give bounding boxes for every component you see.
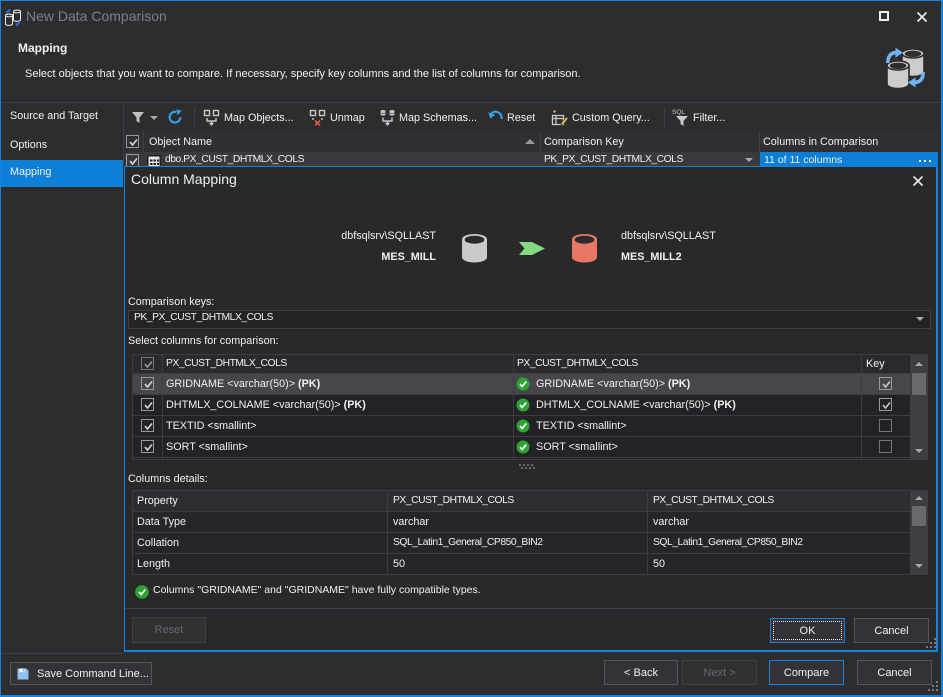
svg-text:SQL: SQL [672,109,685,116]
